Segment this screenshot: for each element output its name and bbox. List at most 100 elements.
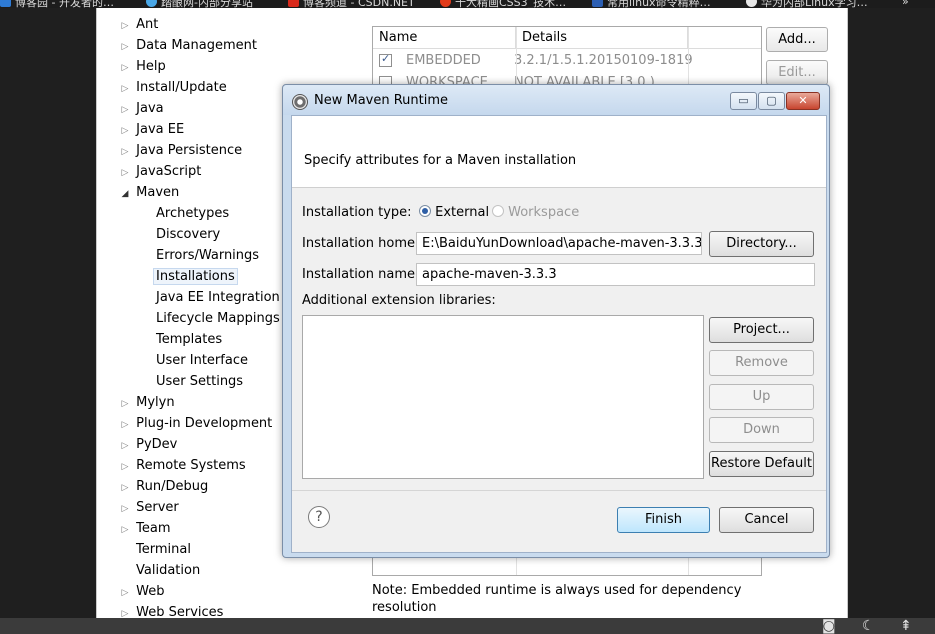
expand-arrow-icon[interactable]: ▷ (118, 16, 132, 37)
tree-item-server[interactable]: ▷ Server (118, 497, 179, 518)
site-icon (592, 0, 603, 7)
tree-item-java[interactable]: ▷ Java (118, 98, 164, 119)
column-header-name[interactable]: Name (373, 27, 516, 48)
column-header-details[interactable]: Details (516, 27, 688, 48)
tree-item-java-ee[interactable]: ▷ Java EE (118, 119, 185, 142)
expand-arrow-icon[interactable]: ▷ (118, 37, 132, 58)
expand-arrow-icon[interactable]: ▷ (118, 415, 132, 436)
add-button[interactable]: Add... (766, 27, 828, 52)
row-checkbox[interactable] (379, 52, 392, 67)
cancel-button[interactable]: Cancel (719, 507, 814, 533)
collapse-arrow-icon[interactable]: ◢ (118, 184, 132, 205)
down-button[interactable]: Down (709, 417, 814, 443)
expand-arrow-icon[interactable]: ▷ (118, 121, 132, 142)
expand-arrow-icon[interactable]: ▷ (118, 142, 132, 163)
edit-button[interactable]: Edit... (766, 60, 828, 85)
minimize-icon[interactable]: ▭ (730, 92, 757, 110)
installation-home-label: Installation home: (302, 236, 420, 251)
tree-item-terminal[interactable]: Terminal (136, 539, 191, 560)
expand-arrow-icon[interactable]: ▷ (118, 478, 132, 499)
extension-libraries-list[interactable] (302, 315, 704, 479)
installation-name-input[interactable]: apache-maven-3.3.3 (416, 263, 815, 286)
table-row[interactable]: EMBEDDED 3.2.1/1.5.1.20150109-1819 (373, 49, 761, 71)
eclipse-icon (292, 94, 308, 110)
tree-item-validation[interactable]: Validation (136, 560, 200, 581)
dialog-titlebar[interactable]: New Maven Runtime ▭ ▢ ✕ (283, 85, 829, 115)
moon-icon[interactable]: ☾ (862, 618, 875, 634)
tree-item-user-settings[interactable]: User Settings (156, 371, 243, 392)
upload-icon[interactable]: ⇞ (900, 618, 912, 634)
installation-home-input[interactable]: E:\BaiduYunDownload\apache-maven-3.3.3 (416, 232, 702, 255)
tree-item-lifecycle-mappings[interactable]: Lifecycle Mappings (156, 308, 280, 329)
tree-item-pydev[interactable]: ▷ PyDev (118, 434, 178, 457)
close-icon[interactable]: ✕ (786, 92, 820, 110)
tree-item-ant[interactable]: ▷ Ant (118, 14, 159, 37)
bookmark-item[interactable]: 华为内部Linux学习… (746, 0, 868, 8)
expand-arrow-icon[interactable]: ▷ (118, 499, 132, 520)
tree-item-installations[interactable]: Installations (153, 266, 238, 287)
new-maven-runtime-dialog: New Maven Runtime ▭ ▢ ✕ Specify attribut… (282, 84, 830, 558)
row-details: 3.2.1/1.5.1.20150109-1819 (514, 52, 693, 68)
radio-external[interactable]: External (419, 205, 489, 220)
expand-arrow-icon[interactable]: ▷ (118, 394, 132, 415)
tree-item-templates[interactable]: Templates (156, 329, 222, 350)
tree-item-web[interactable]: ▷ Web (118, 581, 165, 604)
tree-item-user-interface[interactable]: User Interface (156, 350, 248, 371)
directory-button[interactable]: Directory... (709, 231, 814, 257)
up-button[interactable]: Up (709, 384, 814, 410)
site-icon (146, 0, 157, 7)
tree-item-errors-warnings[interactable]: Errors/Warnings (156, 245, 259, 266)
tree-item-help[interactable]: ▷ Help (118, 56, 166, 77)
radio-selected-icon[interactable] (419, 205, 431, 217)
restore-default-button[interactable]: Restore Default (709, 451, 814, 477)
expand-arrow-icon[interactable]: ▷ (118, 520, 132, 541)
bookmark-item[interactable]: 常用linux命令精粹… (592, 0, 711, 8)
project-button[interactable]: Project... (709, 317, 814, 343)
tree-item-discovery[interactable]: Discovery (156, 224, 220, 245)
bookmark-item[interactable]: 博客频道 - CSDN.NET (288, 0, 415, 8)
maximize-icon[interactable]: ▢ (758, 92, 785, 110)
radio-unselected-icon[interactable] (492, 205, 504, 217)
chat-icon[interactable]: ◙ (822, 618, 836, 634)
tree-item-install-update[interactable]: ▷ Install/Update (118, 77, 227, 98)
tree-item-java-ee-integration[interactable]: Java EE Integration (156, 287, 280, 308)
tree-item-data-management[interactable]: ▷ Data Management (118, 35, 257, 56)
banner-message: Specify attributes for a Maven installat… (304, 153, 577, 168)
finish-button[interactable]: Finish (617, 507, 710, 533)
expand-arrow-icon[interactable]: ▷ (118, 58, 132, 79)
footer-divider (292, 490, 826, 491)
help-icon[interactable]: ? (308, 506, 330, 528)
dialog-body: Specify attributes for a Maven installat… (291, 115, 827, 553)
bookmark-item[interactable]: 十大精画CSS3_技术… (440, 0, 566, 8)
tree-item-javascript[interactable]: ▷ JavaScript (118, 161, 202, 184)
expand-arrow-icon[interactable]: ▷ (118, 100, 132, 121)
site-icon (288, 0, 299, 7)
bookmarks-bar: 博客园 - 开发者的… 踏酿网-内部分享站 博客频道 - CSDN.NET 十大… (0, 0, 935, 8)
expand-arrow-icon[interactable]: ▷ (118, 457, 132, 478)
tree-item-team[interactable]: ▷ Team (118, 518, 171, 539)
tree-item-java-persistence[interactable]: ▷ Java Persistence (118, 140, 243, 163)
table-header: Name Details (373, 27, 761, 49)
installation-type-label: Installation type: (302, 205, 412, 220)
tree-item-remote-systems[interactable]: ▷ Remote Systems (118, 455, 246, 476)
site-icon (0, 0, 11, 7)
row-name: EMBEDDED (406, 52, 481, 68)
tree-item-plugin-development[interactable]: ▷ Plug-in Development (118, 413, 273, 436)
tree-item-run-debug[interactable]: ▷ Run/Debug (118, 476, 209, 499)
bookmarks-more[interactable]: » (902, 0, 909, 8)
dialog-title: New Maven Runtime (314, 93, 449, 108)
expand-arrow-icon[interactable]: ▷ (118, 583, 132, 604)
tree-item-maven[interactable]: ◢ Maven (118, 182, 180, 205)
expand-arrow-icon[interactable]: ▷ (118, 163, 132, 184)
expand-arrow-icon[interactable]: ▷ (118, 436, 132, 457)
expand-arrow-icon[interactable]: ▷ (118, 79, 132, 100)
embedded-runtime-note: Note: Embedded runtime is always used fo… (372, 583, 742, 615)
site-icon (746, 0, 757, 7)
column-header-extra (688, 27, 761, 48)
bookmark-item[interactable]: 博客园 - 开发者的… (0, 0, 114, 8)
bookmark-item[interactable]: 踏酿网-内部分享站 (146, 0, 253, 8)
tree-item-mylyn[interactable]: ▷ Mylyn (118, 392, 175, 413)
radio-workspace[interactable]: Workspace (492, 205, 579, 220)
tree-item-archetypes[interactable]: Archetypes (156, 203, 229, 224)
remove-button[interactable]: Remove (709, 350, 814, 376)
